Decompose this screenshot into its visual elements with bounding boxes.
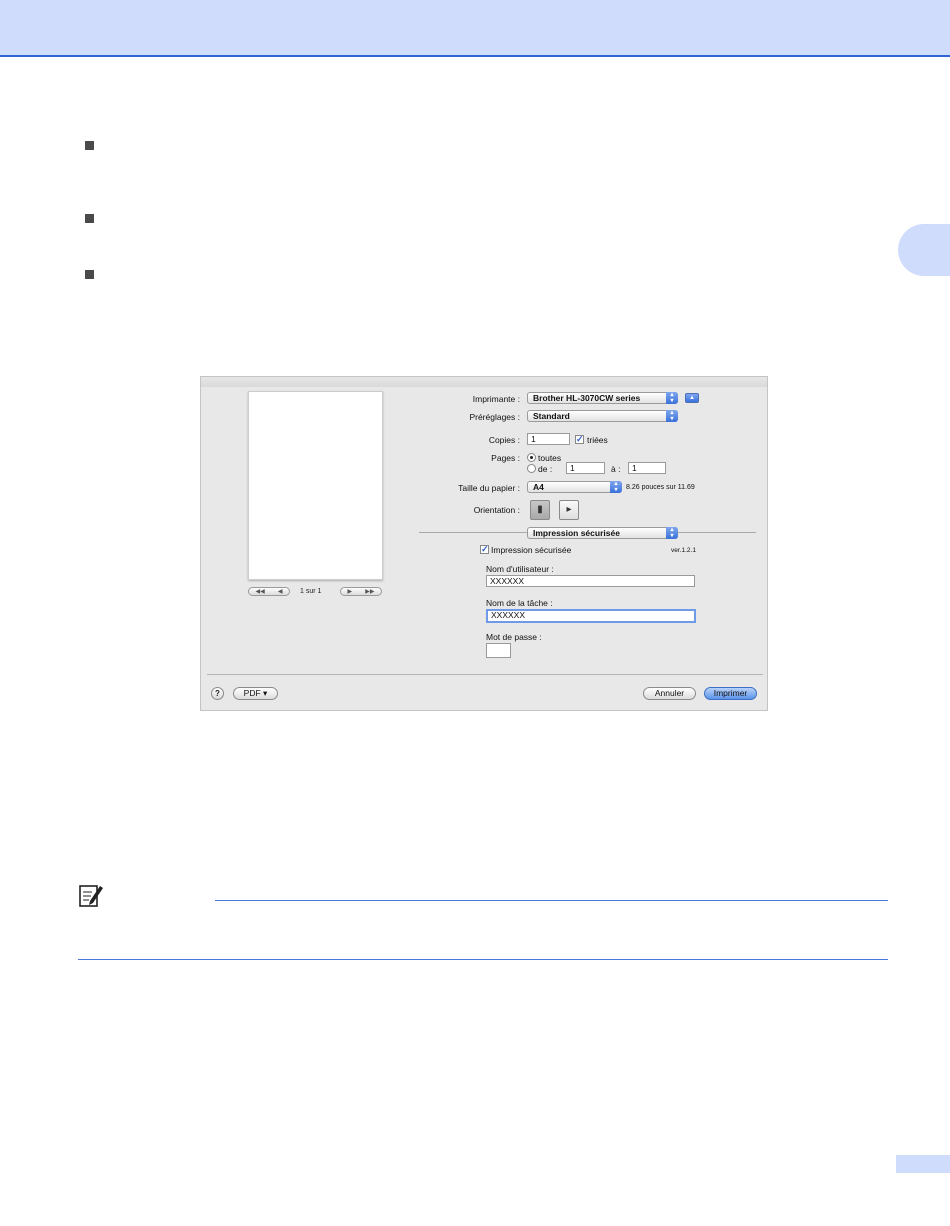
panel-popup[interactable]: Impression sécurisée ▴ ▾ [527, 527, 678, 539]
popup-arrows-icon: ▴ ▾ [666, 410, 678, 422]
secure-print-label: Impression sécurisée [491, 545, 572, 555]
portrait-orientation-icon[interactable]: ▮ [530, 500, 550, 520]
pages-all-label: toutes [538, 453, 562, 463]
pages-to-label: à : [611, 464, 621, 474]
prev-page-icon[interactable]: ◀ [278, 588, 283, 595]
print-button[interactable]: Imprimer [704, 687, 757, 700]
page-number-tab [896, 1155, 950, 1173]
popup-arrows-icon: ▴ ▾ [610, 481, 622, 493]
printer-popup[interactable]: Brother HL-3070CW series ▴ ▾ [527, 392, 678, 404]
collated-label: triées [587, 435, 608, 445]
pages-label: Pages : [491, 453, 520, 463]
presets-label: Préréglages : [469, 412, 520, 422]
version-label: ver.1.2.1 [671, 547, 696, 554]
bottom-separator [207, 674, 763, 675]
cancel-button[interactable]: Annuler [643, 687, 696, 700]
chapter-tab [898, 224, 950, 276]
printer-label: Imprimante : [472, 394, 520, 404]
collated-checkbox[interactable]: ✓ [575, 435, 584, 444]
next-page-icon[interactable]: ▶ [348, 588, 353, 595]
note-bottom-rule [78, 959, 888, 960]
pdf-button[interactable]: PDF ▾ [233, 687, 278, 700]
copies-label: Copies : [488, 435, 520, 445]
pages-from-field[interactable]: 1 [566, 462, 605, 474]
paper-size-popup[interactable]: A4 ▴ ▾ [527, 481, 622, 493]
bullet-3 [85, 270, 94, 279]
job-name-input[interactable]: XXXXXX [486, 609, 696, 623]
paper-size-description: 8.26 pouces sur 11.69 [626, 484, 695, 491]
preview-forward-buttons[interactable]: ▶ ▶▶ [340, 587, 382, 596]
user-name-label: Nom d'utilisateur : [486, 564, 554, 574]
secure-print-checkbox[interactable]: ✓ [480, 545, 489, 554]
user-name-input[interactable]: XXXXXX [486, 575, 695, 587]
print-dialog: ◀◀ ◀ 1 sur 1 ▶ ▶▶ Imprimante : Brother HL-… [200, 376, 768, 711]
orientation-label: Orientation : [473, 505, 520, 515]
bullet-2 [85, 214, 94, 223]
copies-field[interactable]: 1 [527, 433, 570, 445]
page-header-rule [0, 55, 950, 57]
job-name-label: Nom de la tâche : [486, 598, 553, 608]
page-indicator: 1 sur 1 [300, 588, 322, 595]
presets-popup[interactable]: Standard ▴ ▾ [527, 410, 678, 422]
help-button[interactable]: ? [211, 687, 224, 700]
bullet-1 [85, 141, 94, 150]
popup-arrows-icon: ▴ ▾ [666, 392, 678, 404]
disclosure-triangle-icon[interactable]: ▲ [685, 393, 699, 403]
note-pencil-icon [79, 885, 103, 907]
page-preview [248, 391, 383, 580]
pages-all-radio[interactable] [527, 453, 536, 462]
pages-to-field[interactable]: 1 [628, 462, 666, 474]
first-page-icon[interactable]: ◀◀ [256, 588, 265, 595]
preview-back-buttons[interactable]: ◀◀ ◀ [248, 587, 290, 596]
paper-size-label: Taille du papier : [458, 483, 520, 493]
popup-arrows-icon: ▴ ▾ [666, 527, 678, 539]
password-input[interactable] [486, 643, 511, 658]
landscape-orientation-icon[interactable]: ▸ [559, 500, 579, 520]
note-top-rule [215, 900, 888, 901]
dialog-titlebar [201, 377, 767, 387]
last-page-icon[interactable]: ▶▶ [365, 588, 374, 595]
page-header-band [0, 0, 950, 56]
pages-range-radio[interactable] [527, 464, 536, 473]
pages-from-label: de : [538, 464, 553, 474]
password-label: Mot de passe : [486, 632, 542, 642]
